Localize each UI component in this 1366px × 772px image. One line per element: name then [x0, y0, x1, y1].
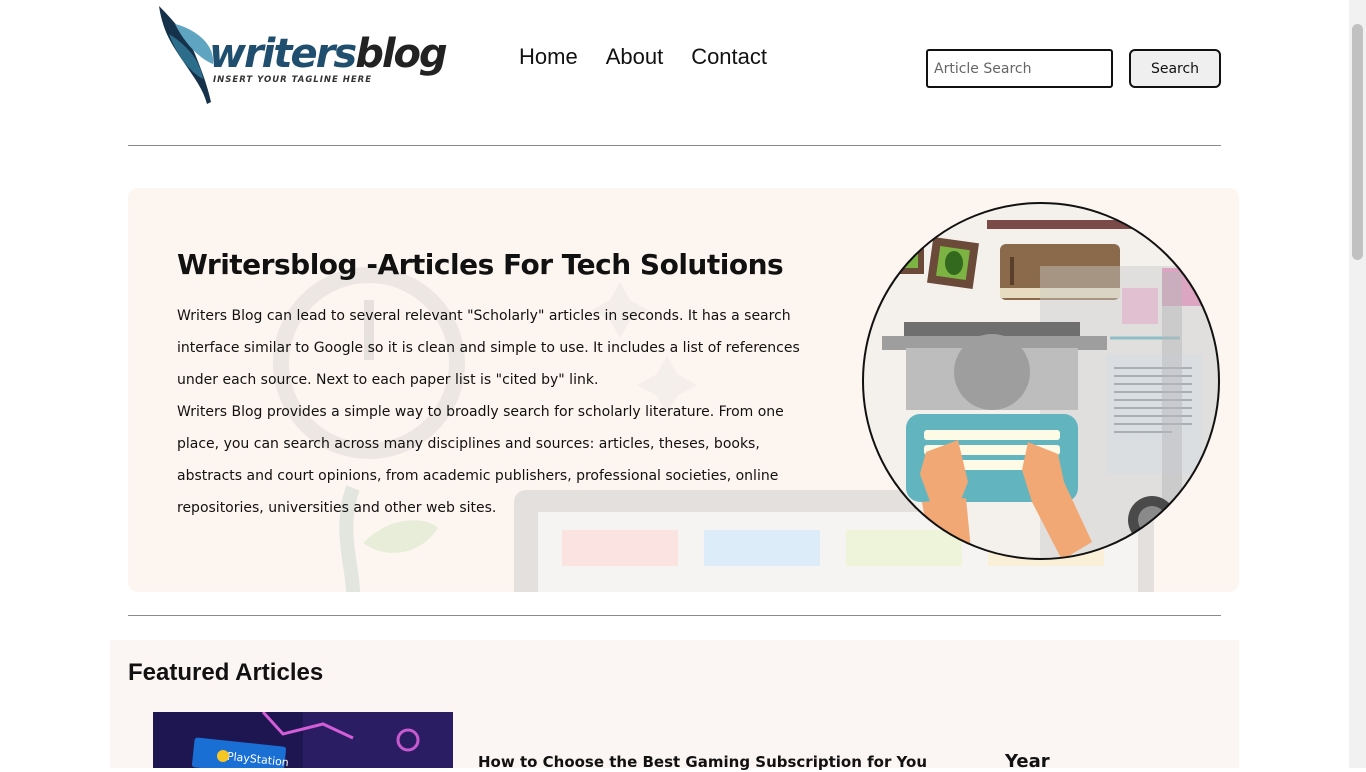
search-button[interactable]: Search	[1129, 49, 1221, 88]
article-search-input[interactable]	[926, 49, 1113, 88]
featured-heading: Featured Articles	[128, 659, 324, 686]
article-title-link[interactable]: How to Choose the Best Gaming Subscripti…	[478, 753, 927, 771]
page-scrollbar[interactable]	[1349, 0, 1366, 768]
article-year-label: Year	[1005, 751, 1050, 772]
hero-paragraph: Writers Blog provides a simple way to br…	[177, 404, 784, 516]
featured-articles-section: Featured Articles PlayStation How to Cho…	[110, 640, 1239, 772]
hero-paragraph: Writers Blog can lead to several relevan…	[177, 308, 800, 388]
main-nav: Home About Contact	[519, 44, 767, 70]
logo-tagline: INSERT YOUR TAGLINE HERE	[213, 75, 373, 85]
hero-title: Writersblog -Articles For Tech Solutions	[177, 248, 784, 281]
nav-about-link[interactable]: About	[606, 44, 664, 70]
nav-contact-link[interactable]: Contact	[691, 44, 767, 70]
logo-wordmark: writersblog	[209, 31, 448, 77]
hero-banner: Writersblog -Articles For Tech Solutions…	[128, 188, 1239, 592]
typewriter-illustration	[862, 202, 1220, 560]
hero-description: Writers Blog can lead to several relevan…	[177, 300, 817, 524]
article-thumbnail[interactable]: PlayStation	[153, 712, 453, 768]
header-divider	[128, 145, 1221, 146]
site-logo[interactable]: writersblog INSERT YOUR TAGLINE HERE	[155, 4, 448, 104]
nav-home-link[interactable]: Home	[519, 44, 578, 70]
playstation-thumbnail-image: PlayStation	[153, 712, 453, 768]
hero-divider	[128, 615, 1221, 616]
scrollbar-thumb[interactable]	[1352, 24, 1363, 260]
